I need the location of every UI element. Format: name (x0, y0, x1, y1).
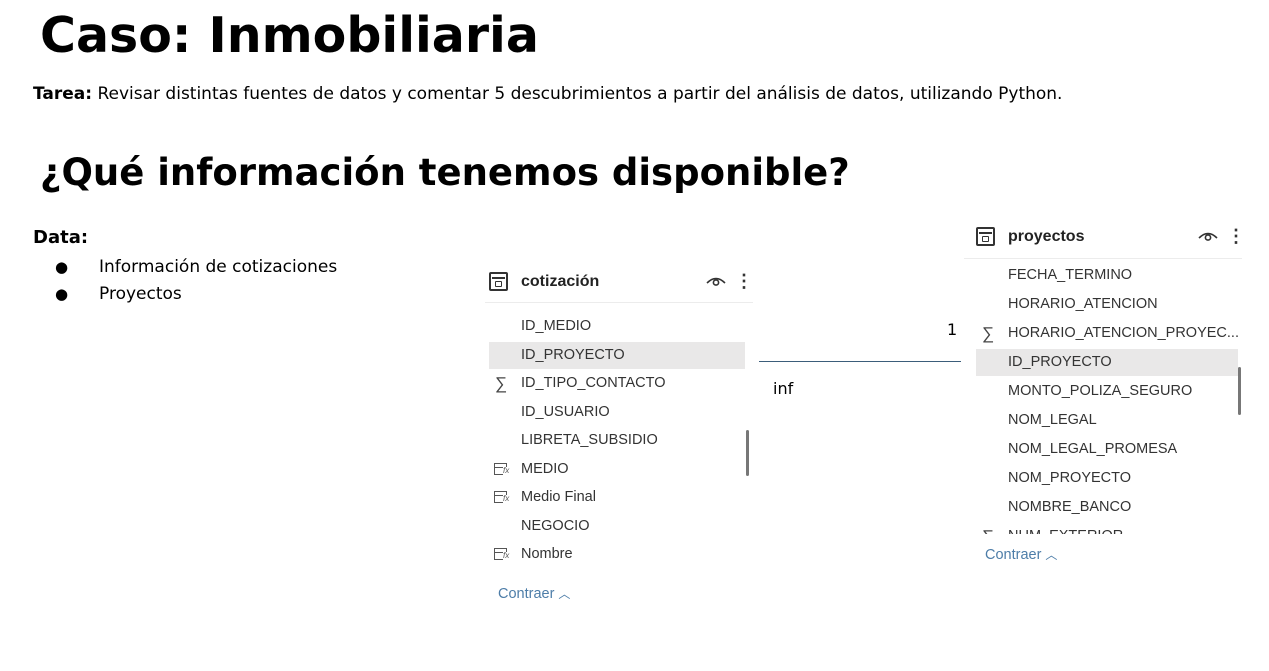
task-label: Tarea: (33, 84, 93, 104)
field-row[interactable]: MONTO_POLIZA_SEGURO (976, 378, 1238, 405)
page-title: Caso: Inmobiliaria (40, 7, 539, 64)
field-label: NOM_PROYECTO (1008, 470, 1132, 486)
field-row[interactable]: LIBRETA_SUBSIDIO (489, 427, 745, 454)
field-list[interactable]: ID_EVENTO ID_MEDIO ID_PROYECTO ∑ ID_TIPO_CON… (485, 306, 753, 576)
header-divider (964, 258, 1242, 259)
field-row[interactable]: Medio Final (489, 484, 745, 511)
field-row[interactable]: MEDIO (489, 456, 745, 483)
field-label: NUM_EXTERIOR (1008, 523, 1123, 534)
field-row[interactable]: Nombre (489, 541, 745, 568)
sigma-icon: ∑ (982, 523, 994, 534)
field-row[interactable]: ID_PROYECTO (976, 349, 1238, 376)
field-row[interactable]: ID_USUARIO (489, 399, 745, 426)
field-row[interactable]: ID_MEDIO (489, 313, 745, 340)
bullet-icon: ● (55, 258, 69, 276)
cotizacion-table-card[interactable]: cotización ⋮ ID_EVENTO ID_MEDIO ID_PROYECT… (485, 266, 753, 612)
collapse-label: Contraer (985, 547, 1042, 563)
relationship-line[interactable] (759, 361, 961, 362)
field-label: ID_TIPO_CONTACTO (521, 375, 666, 391)
task-description: Tarea: Revisar distintas fuentes de dato… (33, 83, 1062, 105)
field-label: Nombre (521, 546, 573, 562)
list-item-label: Proyectos (99, 284, 182, 304)
list-item-label: Información de cotizaciones (99, 257, 338, 277)
field-row[interactable]: FECHA_TERMINO (976, 262, 1238, 289)
field-label: NEGOCIO (521, 517, 590, 534)
collapse-link[interactable]: Contraer ︿ (498, 584, 570, 604)
eye-icon[interactable] (1198, 229, 1218, 243)
field-label: ID_EVENTO (521, 306, 603, 313)
table-header[interactable]: proyectos ⋮ (972, 221, 1245, 257)
table-title: cotización (521, 273, 600, 290)
calc-column-icon (494, 491, 510, 503)
table-icon (489, 272, 508, 291)
more-options-icon[interactable]: ⋮ (735, 269, 753, 293)
field-label: NOM_LEGAL (1008, 412, 1097, 428)
field-label: Medio Final (521, 489, 596, 505)
chevron-up-icon: ︿ (1045, 548, 1058, 562)
task-text: Revisar distintas fuentes de datos y com… (92, 84, 1063, 104)
bullet-icon: ● (55, 285, 69, 303)
field-row[interactable]: ∑ HORARIO_ATENCION_PROYEC... (976, 320, 1239, 347)
table-icon (976, 227, 995, 246)
collapse-label: Contraer (498, 586, 555, 602)
calc-column-icon (494, 548, 510, 560)
field-row[interactable]: ∑ NUM_EXTERIOR (976, 523, 1238, 534)
relationship-cardinality-one: 1 (947, 320, 958, 339)
field-label: ID_USUARIO (521, 403, 610, 420)
field-label: HORARIO_ATENCION_PROYEC... (1008, 325, 1239, 341)
field-label: MEDIO (521, 460, 569, 477)
table-header[interactable]: cotización ⋮ (485, 266, 753, 303)
field-label: LIBRETA_SUBSIDIO (521, 432, 658, 448)
field-label: ID_PROYECTO (521, 346, 625, 363)
field-list[interactable]: FECHA_TERMINO HORARIO_ATENCION ∑ HORARIO_AT… (972, 260, 1242, 534)
relationship-cardinality-many: inf (773, 379, 794, 398)
eye-icon[interactable] (706, 274, 726, 288)
scrollbar-thumb[interactable] (746, 430, 749, 476)
chevron-up-icon: ︿ (558, 587, 571, 601)
field-label: FECHA_TERMINO (1008, 267, 1133, 283)
field-row[interactable]: NOMBRE_BANCO (976, 494, 1238, 521)
more-options-icon[interactable]: ⋮ (1227, 224, 1245, 248)
field-row[interactable]: NOM_PROYECTO (976, 465, 1238, 492)
table-title: proyectos (1008, 228, 1085, 245)
field-row[interactable]: HORARIO_ATENCION (976, 291, 1238, 318)
field-row[interactable]: NEGOCIO (489, 513, 745, 540)
sigma-icon: ∑ (982, 324, 995, 343)
field-label: ID_PROYECTO (1008, 354, 1112, 370)
field-label: MONTO_POLIZA_SEGURO (1008, 383, 1193, 399)
proyectos-table-card[interactable]: proyectos ⋮ FECHA_TERMINO HORARIO_ATENCIO… (964, 221, 1245, 571)
field-label: NOMBRE_BANCO (1008, 499, 1132, 515)
data-label: Data: (33, 227, 89, 248)
field-row[interactable]: ID_EVENTO (489, 306, 745, 313)
sigma-icon: ∑ (495, 374, 508, 393)
field-row[interactable]: NOM_LEGAL_PROMESA (976, 436, 1238, 463)
section-subtitle: ¿Qué información tenemos disponible? (40, 151, 850, 194)
field-label: ID_MEDIO (521, 318, 592, 334)
calc-column-icon (494, 462, 510, 475)
scrollbar-thumb[interactable] (1238, 367, 1241, 415)
field-row[interactable]: ∑ ID_TIPO_CONTACTO (489, 370, 745, 397)
field-row[interactable]: ID_PROYECTO (489, 341, 745, 369)
collapse-link[interactable]: Contraer ︿ (985, 545, 1057, 565)
field-label: NOM_LEGAL_PROMESA (1008, 441, 1178, 457)
field-row[interactable]: NOM_LEGAL (976, 407, 1238, 434)
field-label: HORARIO_ATENCION (1008, 296, 1158, 312)
